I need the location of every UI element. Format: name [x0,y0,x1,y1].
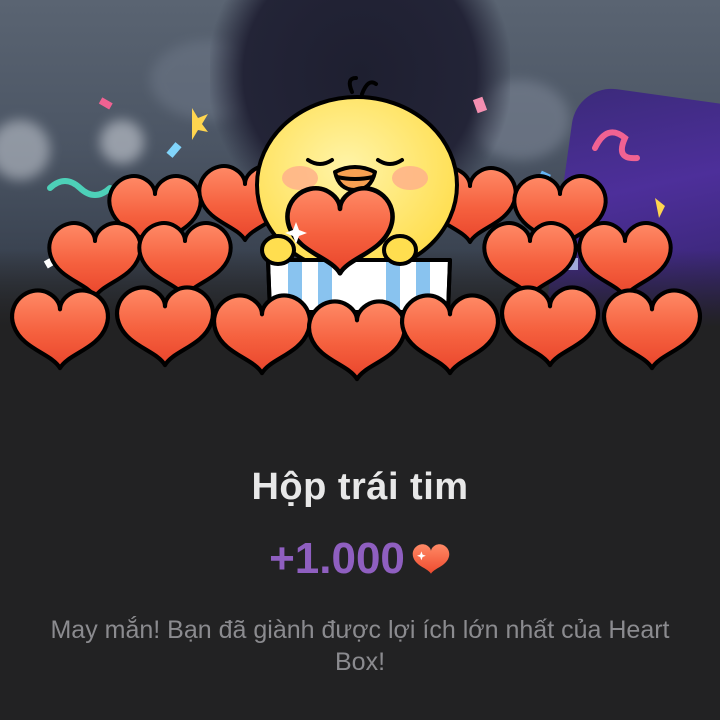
reward-amount: +1.000 [269,534,405,583]
reward-description: May mắn! Bạn đã giành được lợi ích lớn n… [50,616,670,676]
reward-amount-row: +1.000 [0,532,720,586]
reward-title: Hộp trái tim [251,466,469,508]
heart-icon [412,544,450,574]
heart-box-illustration [0,76,720,420]
